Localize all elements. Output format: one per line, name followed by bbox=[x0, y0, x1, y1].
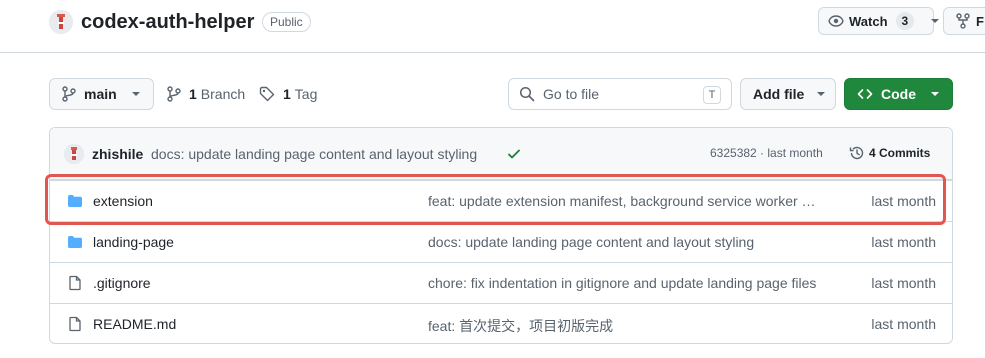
branch-icon bbox=[62, 86, 76, 102]
file-row-readme[interactable]: README.md feat: 首次提交，项目初版完成 last month bbox=[50, 303, 952, 343]
file-row-landing-page[interactable]: landing-page docs: update landing page c… bbox=[50, 221, 952, 262]
tags-link[interactable]: 1 Tag bbox=[259, 86, 317, 102]
chevron-down-icon bbox=[816, 89, 826, 99]
commit-author[interactable]: zhishile bbox=[92, 146, 143, 162]
owner-avatar[interactable] bbox=[49, 10, 73, 34]
file-name[interactable]: landing-page bbox=[93, 234, 174, 250]
tag-count: 1 bbox=[283, 86, 291, 102]
watch-count: 3 bbox=[895, 12, 915, 30]
file-row-gitignore[interactable]: .gitignore chore: fix indentation in git… bbox=[50, 262, 952, 303]
chevron-down-icon bbox=[930, 89, 940, 99]
go-to-file-input[interactable]: Go to file T bbox=[508, 78, 732, 110]
commit-author-avatar[interactable] bbox=[64, 144, 84, 164]
folder-icon bbox=[67, 193, 83, 209]
commit-hash-time[interactable]: 6325382 · last month bbox=[710, 146, 823, 160]
file-icon bbox=[67, 275, 83, 291]
file-commit-date: last month bbox=[871, 234, 936, 250]
add-file-label: Add file bbox=[753, 86, 805, 102]
watch-button[interactable]: Watch 3 bbox=[818, 7, 940, 35]
branch-count: 1 bbox=[189, 86, 197, 102]
history-icon bbox=[849, 145, 865, 161]
search-icon bbox=[519, 86, 535, 102]
repo-header: codex-auth-helper Public Watch 3 F bbox=[0, 0, 985, 53]
branch-selector[interactable]: main bbox=[49, 78, 154, 110]
chevron-down-icon bbox=[131, 89, 141, 99]
file-commit-date: last month bbox=[871, 193, 936, 209]
file-row-extension[interactable]: extension feat: update extension manifes… bbox=[50, 180, 952, 221]
commits-link[interactable]: 4 Commits bbox=[849, 145, 930, 161]
go-to-file-placeholder: Go to file bbox=[543, 86, 600, 102]
tag-icon bbox=[259, 86, 275, 102]
commit-message[interactable]: docs: update landing page content and la… bbox=[151, 146, 477, 162]
file-commit-message[interactable]: chore: fix indentation in gitignore and … bbox=[428, 275, 818, 291]
file-browser: zhishile docs: update landing page conte… bbox=[49, 127, 953, 344]
chevron-down-icon[interactable] bbox=[922, 16, 940, 26]
repo-name[interactable]: codex-auth-helper bbox=[81, 8, 254, 36]
keyboard-shortcut-hint: T bbox=[703, 86, 721, 104]
file-name[interactable]: .gitignore bbox=[93, 275, 151, 291]
code-button[interactable]: Code bbox=[844, 78, 953, 110]
branches-link[interactable]: 1 Branch bbox=[167, 86, 245, 102]
file-icon bbox=[67, 316, 83, 332]
file-commit-date: last month bbox=[871, 275, 936, 291]
file-commit-message[interactable]: feat: 首次提交，项目初版完成 bbox=[428, 316, 818, 336]
visibility-badge: Public bbox=[262, 12, 311, 32]
code-icon bbox=[857, 86, 873, 102]
eye-icon bbox=[828, 13, 844, 29]
check-icon[interactable] bbox=[507, 147, 521, 161]
add-file-button[interactable]: Add file bbox=[740, 78, 836, 110]
commits-label: 4 Commits bbox=[869, 146, 931, 160]
fork-icon bbox=[956, 13, 970, 29]
file-name[interactable]: README.md bbox=[93, 316, 176, 332]
latest-commit-bar: zhishile docs: update landing page conte… bbox=[50, 128, 952, 180]
file-commit-date: last month bbox=[871, 316, 936, 332]
file-commit-message[interactable]: feat: update extension manifest, backgro… bbox=[428, 193, 818, 209]
fork-button[interactable]: F bbox=[943, 7, 985, 35]
branch-icon bbox=[167, 86, 181, 102]
watch-label: Watch bbox=[849, 13, 888, 29]
fork-label: F bbox=[976, 13, 984, 29]
branch-label: Branch bbox=[200, 86, 246, 102]
code-label: Code bbox=[881, 86, 916, 102]
branch-name: main bbox=[84, 86, 117, 102]
file-name[interactable]: extension bbox=[93, 193, 153, 209]
folder-icon bbox=[67, 234, 83, 250]
tag-label: Tag bbox=[294, 86, 318, 102]
file-commit-message[interactable]: docs: update landing page content and la… bbox=[428, 234, 818, 250]
